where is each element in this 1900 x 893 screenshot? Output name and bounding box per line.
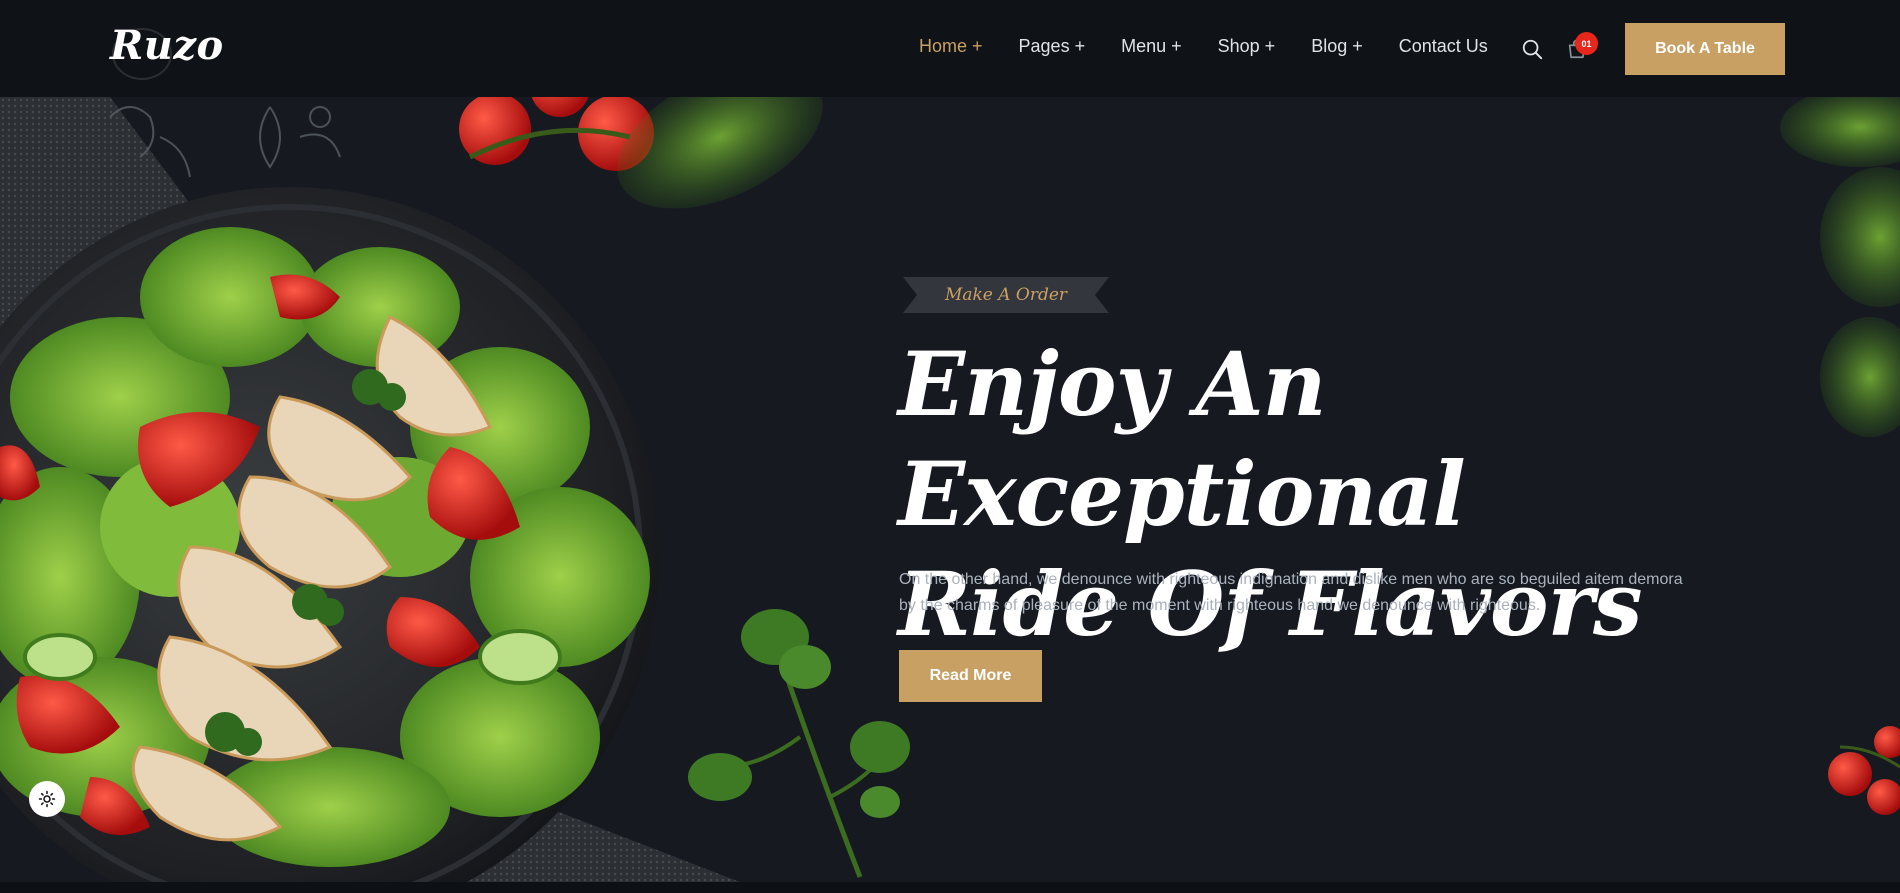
logo[interactable]: Ruzo <box>110 22 224 69</box>
cherry-tomatoes-right <box>1828 726 1900 815</box>
cart-count-badge: 01 <box>1575 32 1598 55</box>
site-header: Ruzo Home + Pages + Menu + Shop + Blog +… <box>0 0 1900 97</box>
nav-item-blog[interactable]: Blog + <box>1311 36 1363 57</box>
nav-item-pages[interactable]: Pages + <box>1019 36 1086 57</box>
nav-item-home[interactable]: Home + <box>919 36 983 57</box>
hero-description: On the other hand, we denounce with righ… <box>899 571 1683 614</box>
search-icon[interactable] <box>1521 38 1543 60</box>
nav-item-menu[interactable]: Menu + <box>1121 36 1182 57</box>
read-more-button[interactable]: Read More <box>899 650 1042 702</box>
bottom-strip <box>0 882 1900 893</box>
tag-label: Make A Order <box>944 285 1068 305</box>
hero-section: Make A Order Enjoy An Exceptional Ride O… <box>0 97 1900 882</box>
nav-item-contact[interactable]: Contact Us <box>1399 36 1488 57</box>
hero-title-line1: Enjoy An Exceptional <box>898 332 1466 546</box>
sun-icon <box>38 790 56 808</box>
nav-item-shop[interactable]: Shop + <box>1218 36 1276 57</box>
main-nav: Home + Pages + Menu + Shop + Blog + Cont… <box>919 36 1524 57</box>
book-table-button[interactable]: Book A Table <box>1625 23 1785 75</box>
parsley-sprig <box>688 609 910 878</box>
theme-toggle[interactable] <box>29 781 65 817</box>
